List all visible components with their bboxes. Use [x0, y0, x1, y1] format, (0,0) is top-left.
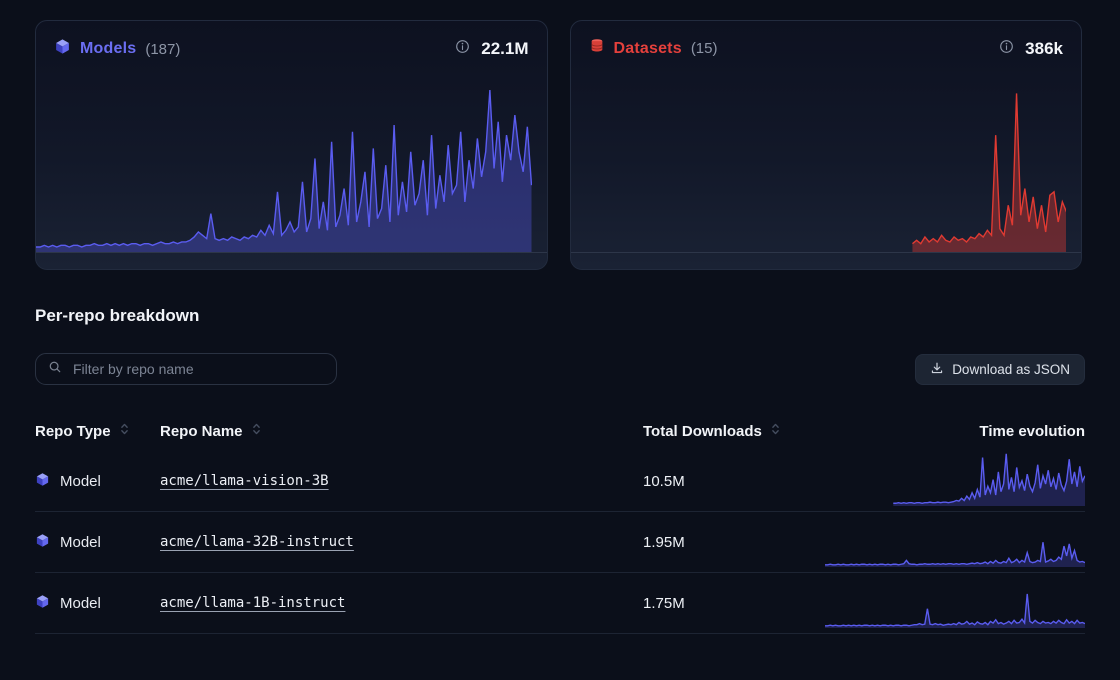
column-header-repo-name[interactable]: Repo Name	[160, 422, 643, 440]
table-row: Model acme/llama-32B-instruct 1.95M	[35, 512, 1085, 573]
table-header-row: Repo Type Repo Name Total Downloads Time…	[35, 411, 1085, 451]
column-header-total-downloads[interactable]: Total Downloads	[643, 422, 825, 440]
summary-cards: Models (187) 22.1M Datasets (15)	[0, 0, 1120, 270]
table-row: Model acme/llama-vision-3B 10.5M	[35, 451, 1085, 512]
time-evolution-cell	[825, 451, 1085, 511]
repo-link[interactable]: acme/llama-32B-instruct	[160, 534, 354, 550]
datasets-card-title: Datasets	[614, 40, 682, 58]
repo-name-cell: acme/llama-1B-instruct	[160, 594, 643, 612]
download-icon	[930, 361, 944, 378]
repo-type-cell: Model	[35, 594, 160, 613]
repo-filter-input[interactable]	[71, 360, 324, 378]
total-downloads-cell: 1.95M	[643, 534, 825, 551]
repo-name-header-label: Repo Name	[160, 423, 243, 440]
models-card-count: (187)	[145, 41, 180, 58]
per-repo-table: Repo Type Repo Name Total Downloads Time…	[35, 411, 1085, 634]
model-cube-icon	[54, 38, 71, 60]
models-card: Models (187) 22.1M	[35, 20, 548, 270]
sort-icon[interactable]	[771, 422, 780, 440]
repo-type-header-label: Repo Type	[35, 423, 111, 440]
info-icon[interactable]	[455, 39, 470, 59]
repo-link[interactable]: acme/llama-vision-3B	[160, 473, 329, 489]
page-title: Per-repo breakdown	[35, 306, 1085, 326]
download-json-label: Download as JSON	[952, 362, 1070, 377]
repo-link[interactable]: acme/llama-1B-instruct	[160, 595, 345, 611]
repo-sparkline-chart[interactable]	[825, 451, 1085, 506]
total-downloads-cell: 10.5M	[643, 473, 825, 490]
total-downloads-cell: 1.75M	[643, 595, 825, 612]
repo-filter[interactable]	[35, 353, 337, 385]
models-total-value: 22.1M	[481, 39, 528, 59]
time-evolution-cell	[825, 573, 1085, 633]
models-card-title: Models	[80, 40, 136, 58]
repo-type-cell: Model	[35, 533, 160, 552]
datasets-total-value: 386k	[1025, 39, 1063, 59]
repo-name-cell: acme/llama-vision-3B	[160, 472, 643, 490]
repo-sparkline-chart[interactable]	[825, 512, 1085, 567]
repo-type-label: Model	[60, 595, 101, 612]
repo-name-cell: acme/llama-32B-instruct	[160, 533, 643, 551]
sort-icon[interactable]	[252, 422, 261, 440]
repo-sparkline-chart[interactable]	[825, 573, 1085, 628]
models-card-header: Models (187) 22.1M	[36, 21, 547, 60]
column-header-time-evolution: Time evolution	[825, 423, 1085, 440]
repo-type-cell: Model	[35, 472, 160, 491]
search-icon	[48, 360, 62, 379]
info-icon[interactable]	[999, 39, 1014, 59]
table-row: Model acme/llama-1B-instruct 1.75M	[35, 573, 1085, 634]
sort-icon[interactable]	[120, 422, 129, 440]
datasets-card-count: (15)	[691, 40, 718, 57]
repo-type-label: Model	[60, 534, 101, 551]
model-cube-icon	[35, 594, 50, 613]
time-evolution-header-label: Time evolution	[979, 423, 1085, 440]
download-json-button[interactable]: Download as JSON	[915, 354, 1085, 385]
model-cube-icon	[35, 533, 50, 552]
datasets-card: Datasets (15) 386k	[570, 20, 1083, 270]
column-header-repo-type[interactable]: Repo Type	[35, 422, 160, 440]
total-downloads-header-label: Total Downloads	[643, 423, 762, 440]
analytics-page: Models (187) 22.1M Datasets (15)	[0, 0, 1120, 634]
datasets-card-header: Datasets (15) 386k	[571, 21, 1082, 59]
time-evolution-cell	[825, 512, 1085, 572]
repo-type-label: Model	[60, 473, 101, 490]
models-downloads-chart[interactable]	[36, 85, 547, 253]
dataset-database-icon	[589, 38, 605, 59]
table-controls: Download as JSON	[35, 353, 1085, 385]
model-cube-icon	[35, 472, 50, 491]
datasets-downloads-chart[interactable]	[571, 85, 1082, 253]
